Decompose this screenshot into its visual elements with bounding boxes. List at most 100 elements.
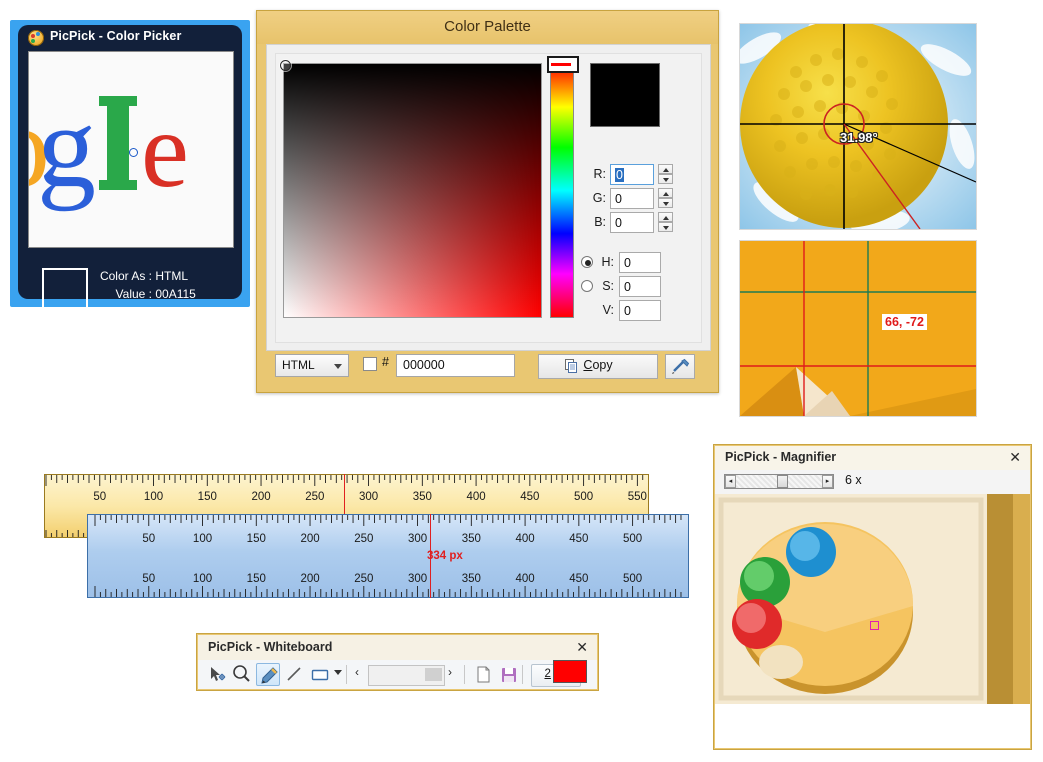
whiteboard-title: PicPick - Whiteboard [208,640,332,654]
svg-text:50: 50 [142,573,155,585]
close-icon[interactable]: ✕ [576,639,588,656]
svg-text:150: 150 [247,573,266,585]
hue-slider-thumb[interactable] [547,56,579,73]
whiteboard-toolbar: ‹ › 2 Px [198,660,597,689]
svg-text:100: 100 [193,533,212,545]
svg-text:200: 200 [251,491,270,503]
color-palette-titlebar: Color Palette [257,11,718,44]
ruler-blue[interactable]: 5010015020025030035040045050050100150200… [87,514,689,598]
copy-icon [565,359,579,373]
magnifier-icon[interactable] [230,663,254,686]
color-value-value: 00A115 [155,287,195,301]
magnifier-canvas [715,494,1030,704]
s-input[interactable]: 0 [619,276,661,297]
eyedropper-button[interactable] [665,354,695,379]
svg-text:500: 500 [623,533,642,545]
hash-checkbox[interactable] [363,357,377,371]
svg-text:450: 450 [520,491,539,503]
color-as-value: HTML [155,269,188,283]
ruler-blue-face: 5010015020025030035040045050050100150200… [87,514,689,598]
color-palette-title: Color Palette [257,18,718,35]
measure-label: 334 px [427,550,463,562]
svg-text:350: 350 [462,573,481,585]
s-label: S: [598,279,614,293]
svg-text:450: 450 [569,533,588,545]
color-palette-body: R: 0 G: 0 B: 0 H: 0 S: 0 V: 0 [266,44,711,351]
save-icon[interactable] [497,663,521,686]
copy-button[interactable]: Copy [538,354,658,379]
whiteboard-window: PicPick - Whiteboard ✕ ‹ › [196,633,599,691]
close-icon[interactable]: ✕ [1009,449,1021,466]
select-move-icon[interactable] [204,663,228,686]
chevron-down-icon [334,364,342,369]
color-palette-dialog: Color Palette ✕ R: 0 G: 0 B: 0 H: 0 [256,10,719,393]
zoom-level-label: 6 x [845,473,862,487]
g-label: G: [590,191,606,205]
svg-text:g: g [37,81,96,212]
eyedropper-icon [666,355,694,378]
svg-text:50: 50 [93,491,106,503]
scroll-right-button[interactable]: › [448,665,452,679]
magnifier-cursor-icon [870,621,879,630]
slider-left-button[interactable]: ◂ [725,475,736,488]
svg-text:500: 500 [574,491,593,503]
svg-text:450: 450 [569,573,588,585]
b-label: B: [590,215,606,229]
r-label: R: [590,167,606,181]
coordinate-readout: 66, -72 [882,314,927,330]
picker-crosshair-icon [129,148,138,157]
s-radio[interactable] [581,280,593,292]
saturation-value-canvas[interactable] [283,63,542,318]
shape-dropdown-arrow-icon[interactable] [334,670,342,675]
g-stepper[interactable] [658,188,673,209]
zoom-slider-thumb[interactable] [777,475,788,488]
protractor-image [740,24,976,229]
color-preview-swatch [590,63,660,127]
zoom-slider[interactable]: ◂ ▸ [724,474,834,489]
color-palette-footer: HTML # 000000 Copy [266,350,709,384]
scrollbar-thumb[interactable] [425,668,442,681]
new-document-icon[interactable] [471,663,495,686]
angle-readout: 31.98° [840,130,878,145]
b-input[interactable]: 0 [610,212,654,233]
h-radio[interactable] [581,256,593,268]
svg-text:400: 400 [515,533,534,545]
line-icon[interactable] [282,663,306,686]
crosshair-preview: 66, -72 [739,240,977,417]
r-stepper[interactable] [658,164,673,185]
svg-text:400: 400 [515,573,534,585]
pencil-icon[interactable] [256,663,280,686]
crosshair-image [740,241,976,416]
whiteboard-scrollbar[interactable] [368,665,445,686]
hex-value-input[interactable]: 000000 [396,354,515,377]
magnifier-toolbar: ◂ ▸ 6 x [715,470,1030,495]
color-as-label: Color As : [94,267,152,285]
color-picker-preview: o g e [28,51,234,248]
magnifier-title: PicPick - Magnifier [725,450,836,464]
rectangle-icon[interactable] [308,663,332,686]
svg-text:250: 250 [305,491,324,503]
whiteboard-color-swatch[interactable] [553,660,587,683]
slider-right-button[interactable]: ▸ [822,475,833,488]
hash-label: # [382,355,389,369]
svg-text:200: 200 [300,533,319,545]
svg-text:200: 200 [300,573,319,585]
format-select[interactable]: HTML [275,354,349,377]
h-input[interactable]: 0 [619,252,661,273]
format-select-value: HTML [282,358,315,372]
svg-text:150: 150 [247,533,266,545]
svg-text:300: 300 [408,573,427,585]
color-value-label: Value : [94,285,152,303]
scroll-left-button[interactable]: ‹ [355,665,359,679]
g-input[interactable]: 0 [610,188,654,209]
color-palette-inner-panel: R: 0 G: 0 B: 0 H: 0 S: 0 V: 0 [275,53,702,343]
v-input[interactable]: 0 [619,300,661,321]
r-input[interactable]: 0 [610,164,654,185]
b-stepper[interactable] [658,212,673,233]
hue-slider[interactable] [550,63,574,318]
svg-text:400: 400 [466,491,485,503]
svg-text:350: 350 [413,491,432,503]
picked-color-swatch [42,268,88,309]
color-picker-title: PicPick - Color Picker [50,29,181,43]
svg-text:e: e [141,91,189,210]
